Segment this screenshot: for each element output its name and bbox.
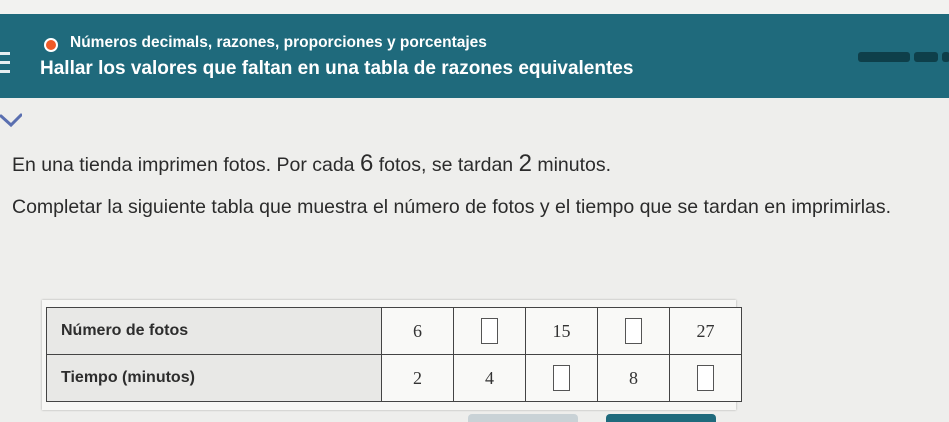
problem-statement: En una tienda imprimen fotos. Por cada 6… (12, 150, 611, 178)
table-cell (525, 354, 598, 402)
table-row: Tiempo (minutos) 2 4 8 (46, 354, 742, 402)
bottom-button[interactable] (606, 414, 716, 422)
answer-input[interactable] (697, 365, 714, 391)
chevron-down-icon[interactable] (0, 112, 22, 130)
progress-segment (914, 52, 938, 62)
answer-input[interactable] (553, 365, 570, 391)
ratio-table: Número de fotos 6 15 27 Tiempo (minutos)… (46, 307, 742, 402)
table-cell: 2 (381, 354, 454, 402)
statement-text: fotos, se tardan (373, 154, 519, 176)
photos-count: 6 (359, 150, 374, 177)
progress-segment (942, 52, 949, 62)
table-cell (597, 307, 670, 355)
topic-dot-icon (44, 38, 58, 52)
table-cell: 8 (597, 354, 670, 402)
table-cell: 27 (669, 307, 742, 355)
statement-text: En una tienda imprimen fotos. Por cada (12, 154, 360, 176)
answer-input[interactable] (481, 318, 498, 344)
table-row: Número de fotos 6 15 27 (46, 307, 742, 355)
statement-text: minutos. (531, 154, 612, 176)
table-cell: 6 (381, 307, 454, 355)
topic-name: Números decimals, razones, proporciones … (70, 34, 487, 51)
row-label: Tiempo (minutos) (46, 354, 382, 402)
progress-segment (858, 52, 910, 62)
table-cell: 4 (453, 354, 526, 402)
menu-icon[interactable] (0, 52, 10, 76)
topic-header: Números decimals, razones, proporciones … (0, 14, 949, 98)
table-cell: 15 (525, 307, 598, 355)
answer-input[interactable] (625, 318, 642, 344)
table-cell (669, 354, 742, 402)
minutes-count: 2 (518, 150, 532, 177)
top-strip (0, 0, 949, 14)
bottom-button[interactable] (468, 414, 578, 422)
table-cell (453, 307, 526, 355)
instruction-text: Completar la siguiente tabla que muestra… (12, 196, 892, 218)
page-title: Hallar los valores que faltan en una tab… (40, 58, 634, 79)
row-label: Número de fotos (46, 307, 382, 355)
